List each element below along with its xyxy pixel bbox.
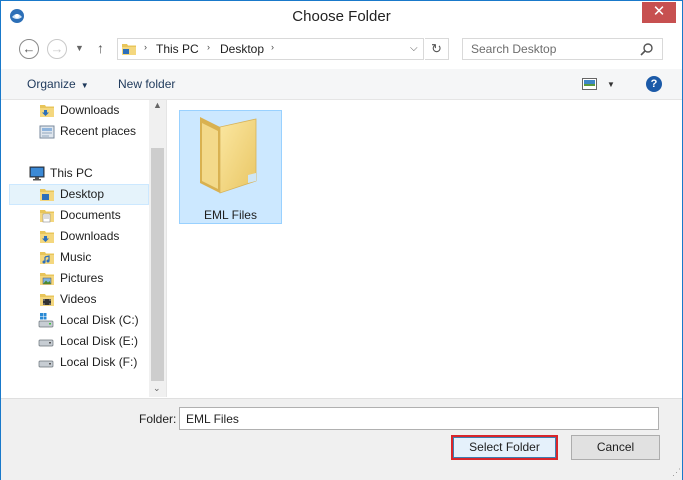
command-bar: Organize ▼ New folder ▼ ? bbox=[1, 69, 682, 100]
search-input[interactable] bbox=[462, 38, 663, 60]
back-arrow-icon: ← bbox=[22, 41, 36, 56]
folder-tile-label: EML Files bbox=[204, 208, 257, 222]
folder-name-field[interactable] bbox=[179, 407, 659, 430]
breadcrumb-separator[interactable]: › bbox=[207, 42, 210, 52]
breadcrumb-desktop[interactable]: Desktop bbox=[220, 42, 264, 56]
scroll-down-icon[interactable]: ⌄ bbox=[153, 383, 161, 394]
documents-folder-icon bbox=[40, 210, 54, 223]
recent-locations-dropdown[interactable]: ▼ bbox=[75, 43, 84, 53]
sidebar-item-label: Local Disk (E:) bbox=[60, 334, 139, 348]
caret-down-icon: ▼ bbox=[80, 81, 89, 90]
sidebar-item-label: Videos bbox=[60, 292, 97, 306]
sidebar-item-label: Music bbox=[60, 250, 92, 264]
scrollbar-thumb[interactable] bbox=[151, 148, 164, 381]
new-folder-button[interactable]: New folder bbox=[118, 77, 175, 91]
scroll-up-icon[interactable]: ▲ bbox=[153, 100, 162, 110]
up-one-level-button[interactable]: ↑ bbox=[97, 40, 104, 56]
pictures-folder-icon bbox=[40, 273, 54, 285]
sidebar-item-recent-places[interactable]: Recent places bbox=[9, 121, 149, 142]
sidebar-item-label: Downloads bbox=[60, 229, 120, 243]
breadcrumb-separator: › bbox=[144, 42, 147, 52]
sidebar-item-local-disk-e[interactable]: Local Disk (E:) bbox=[9, 331, 149, 352]
address-bar[interactable]: › This PC › Desktop › ⌵ bbox=[117, 38, 424, 60]
folder-tile-eml-files[interactable]: EML Files bbox=[179, 110, 282, 224]
organize-menu[interactable]: Organize ▼ bbox=[27, 77, 89, 91]
sidebar-item-local-disk-f[interactable]: Local Disk (F:) bbox=[9, 352, 149, 373]
close-icon: ✕ bbox=[652, 3, 666, 20]
computer-icon bbox=[29, 166, 45, 181]
breadcrumb-separator[interactable]: › bbox=[271, 42, 274, 52]
address-row: ← → ▼ ↑ › This PC › Desktop › ⌵ ↻ bbox=[1, 33, 682, 67]
close-button[interactable]: ✕ bbox=[642, 2, 676, 23]
organize-label: Organize bbox=[27, 77, 76, 91]
select-folder-button[interactable]: Select Folder bbox=[451, 435, 558, 460]
change-view-icon[interactable] bbox=[582, 78, 597, 90]
sidebar-item-label: Recent places bbox=[60, 124, 137, 138]
folder-contents-pane: EML Files bbox=[167, 100, 682, 397]
drive-icon bbox=[38, 339, 54, 347]
desktop-folder-icon bbox=[40, 189, 54, 201]
music-folder-icon bbox=[40, 252, 54, 264]
sidebar-item-label: Documents bbox=[60, 208, 121, 222]
refresh-icon: ↻ bbox=[431, 41, 442, 56]
sidebar-item-desktop[interactable]: Desktop bbox=[9, 184, 149, 205]
address-history-dropdown[interactable]: ⌵ bbox=[410, 43, 418, 54]
forward-button[interactable]: → bbox=[47, 39, 67, 59]
window-title: Choose Folder bbox=[292, 8, 391, 25]
view-options-dropdown[interactable]: ▼ bbox=[607, 80, 615, 89]
recent-places-icon bbox=[39, 125, 55, 139]
back-button[interactable]: ← bbox=[19, 39, 39, 59]
dialog-footer: Folder: Select Folder Cancel ⋰ bbox=[1, 398, 682, 480]
folder-icon bbox=[200, 117, 257, 194]
system-drive-icon bbox=[38, 313, 54, 328]
sidebar-item-documents[interactable]: Documents bbox=[9, 205, 149, 226]
sidebar-item-music[interactable]: Music bbox=[9, 247, 149, 268]
help-icon[interactable]: ? bbox=[646, 76, 662, 92]
downloads-folder-icon bbox=[40, 105, 54, 117]
folder-field-label: Folder: bbox=[139, 412, 177, 426]
sidebar-item-label: Pictures bbox=[60, 271, 104, 285]
choose-folder-dialog: Choose Folder ✕ ← → ▼ ↑ › This PC › Desk… bbox=[0, 0, 683, 480]
navigation-scrollbar[interactable]: ▲ ⌄ bbox=[149, 100, 166, 397]
refresh-button[interactable]: ↻ bbox=[425, 38, 449, 60]
sidebar-item-this-pc[interactable]: This PC bbox=[9, 163, 149, 184]
folder-location-icon bbox=[122, 44, 136, 55]
navigation-pane: Downloads Recent places This PC Desktop … bbox=[1, 100, 167, 397]
search-icon[interactable] bbox=[640, 42, 654, 56]
sidebar-item-label: Local Disk (C:) bbox=[60, 313, 139, 327]
sidebar-item-downloads[interactable]: Downloads bbox=[9, 226, 149, 247]
sidebar-item-videos[interactable]: Videos bbox=[9, 289, 149, 310]
resize-grip-icon[interactable]: ⋰ bbox=[672, 467, 681, 478]
cancel-button[interactable]: Cancel bbox=[571, 435, 660, 460]
sidebar-item-local-disk-c[interactable]: Local Disk (C:) bbox=[9, 310, 149, 331]
drive-icon bbox=[38, 360, 54, 368]
sidebar-item-label: This PC bbox=[50, 166, 93, 180]
sidebar-item-pictures[interactable]: Pictures bbox=[9, 268, 149, 289]
sidebar-item-label: Downloads bbox=[60, 103, 120, 117]
breadcrumb-this-pc[interactable]: This PC bbox=[156, 42, 199, 56]
forward-arrow-icon: → bbox=[50, 41, 64, 56]
sidebar-item-downloads-favorite[interactable]: Downloads bbox=[9, 100, 149, 121]
videos-folder-icon bbox=[40, 294, 54, 306]
sidebar-item-label: Desktop bbox=[60, 187, 105, 201]
sidebar-item-label: Local Disk (F:) bbox=[60, 355, 138, 369]
title-bar: Choose Folder ✕ bbox=[1, 1, 682, 32]
downloads-folder-icon bbox=[40, 231, 54, 243]
